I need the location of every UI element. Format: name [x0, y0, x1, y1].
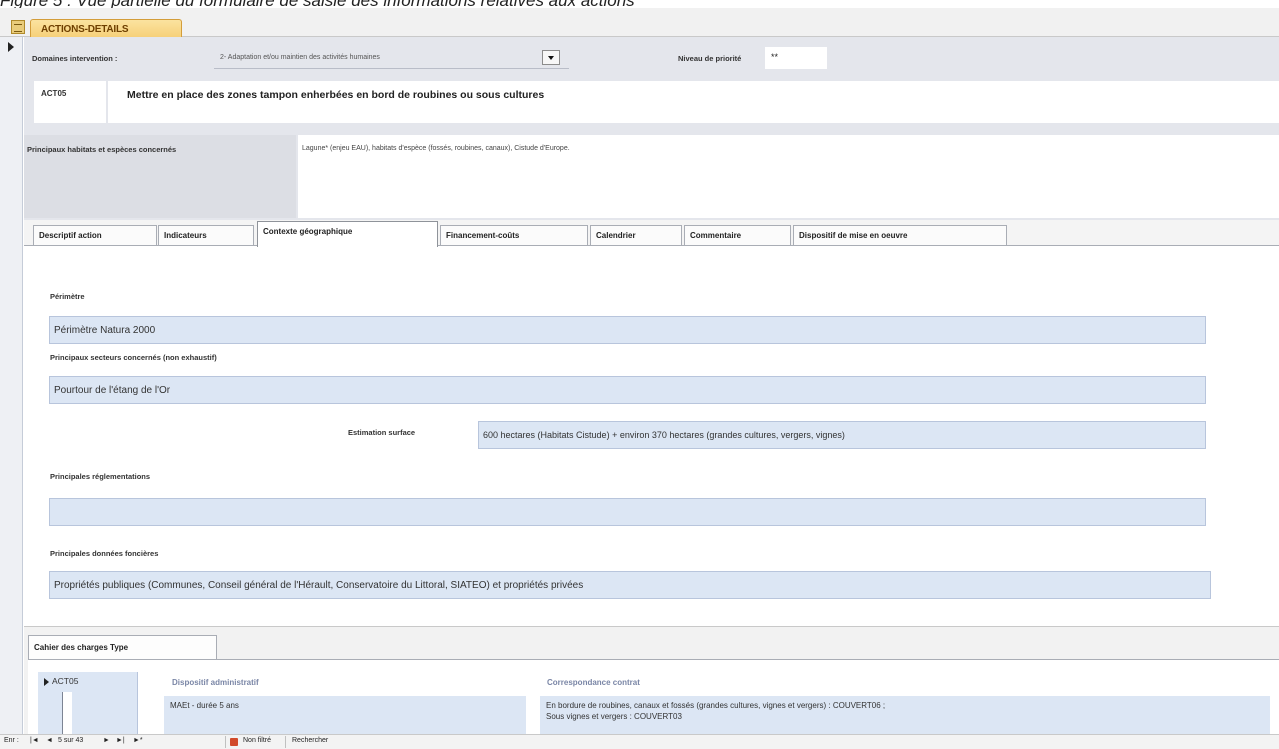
domain-label: Domaines intervention :	[32, 54, 118, 63]
tab-contexte-geographique[interactable]: Contexte géographique	[257, 221, 438, 247]
secteurs-label: Principaux secteurs concernés (non exhau…	[50, 353, 217, 362]
col-header-correspondance: Correspondance contrat	[547, 678, 640, 687]
surface-label: Estimation surface	[348, 428, 416, 437]
form-header: Domaines intervention : 2- Adaptation et…	[24, 37, 1279, 220]
next-record-button[interactable]: ►	[103, 737, 110, 744]
perimetre-value: Périmètre Natura 2000	[54, 325, 156, 336]
document-tab-label: ACTIONS-DETAILS	[41, 24, 129, 35]
first-record-button[interactable]: |◄	[30, 737, 39, 744]
subform-panel: ACT05 Dispositif administratif Correspon…	[28, 659, 1279, 736]
action-title-field[interactable]: Mettre en place des zones tampon enherbé…	[108, 81, 1279, 123]
cell-correspondance-line1: En bordure de roubines, canaux et fossés…	[546, 701, 886, 710]
new-record-button[interactable]: ►*	[133, 737, 143, 744]
cell-correspondance-line2: Sous vignes et vergers : COUVERT03	[546, 712, 682, 721]
tab-indicateurs[interactable]: Indicateurs	[158, 225, 254, 245]
previous-record-button[interactable]: ◄	[46, 737, 53, 744]
secteurs-field[interactable]: Pourtour de l'étang de l'Or	[49, 376, 1206, 404]
reglementations-label: Principales réglementations	[50, 472, 151, 481]
surface-value: 600 hectares (Habitats Cistude) + enviro…	[483, 430, 845, 440]
foncieres-label: Principales données foncières	[50, 549, 159, 558]
tab-financement-couts[interactable]: Financement-coûts	[440, 225, 588, 245]
record-position[interactable]: 5 sur 43	[58, 737, 83, 744]
filter-icon	[230, 738, 238, 746]
subform-record-selector[interactable]: ACT05	[38, 672, 138, 736]
action-id-field[interactable]: ACT05	[34, 81, 106, 123]
subform-tab-label: Cahier des charges Type	[34, 643, 129, 652]
perimetre-field[interactable]: Périmètre Natura 2000	[49, 316, 1206, 344]
priority-field[interactable]: **	[765, 47, 827, 69]
detail-tabs: Descriptif action Indicateurs Contexte g…	[24, 220, 1279, 247]
action-title-value: Mettre en place des zones tampon enherbé…	[127, 89, 545, 101]
domain-combobox[interactable]: 2- Adaptation et/ou maintien des activit…	[214, 47, 569, 69]
habitats-label-block: Principaux habitats et espèces concernés	[24, 135, 296, 218]
tab-calendrier[interactable]: Calendrier	[590, 225, 682, 245]
document-tab-strip: ACTIONS-DETAILS	[0, 8, 1279, 45]
subform-gutter	[62, 692, 72, 736]
reglementations-field[interactable]	[49, 498, 1206, 526]
domain-value: 2- Adaptation et/ou maintien des activit…	[220, 54, 380, 61]
cell-dispositif-value: MAEt - durée 5 ans	[170, 701, 239, 710]
nav-separator	[285, 736, 286, 748]
current-record-arrow-icon	[8, 42, 14, 52]
record-selector[interactable]	[0, 37, 23, 734]
habitats-field[interactable]: Lagune* (enjeu EAU), habitats d'espèce (…	[298, 135, 1279, 218]
record-label: Enr :	[4, 737, 19, 744]
record-navigation-bar: Enr : |◄ ◄ 5 sur 43 ► ►| ►* Non filtré R…	[0, 734, 1279, 749]
cell-correspondance[interactable]: En bordure de roubines, canaux et fossés…	[540, 696, 1270, 736]
tab-descriptif-action[interactable]: Descriptif action	[33, 225, 157, 245]
domain-dropdown-button[interactable]	[542, 50, 560, 65]
filter-status-button[interactable]: Non filtré	[243, 737, 271, 744]
habitats-label: Principaux habitats et espèces concernés	[27, 145, 177, 154]
secteurs-value: Pourtour de l'étang de l'Or	[54, 385, 171, 396]
subform-row-id: ACT05	[52, 676, 79, 686]
subform-area: Cahier des charges Type ACT05 Dispositif…	[24, 626, 1279, 736]
nav-separator	[225, 736, 226, 748]
figure-caption: Figure 5 : Vue partielle du formulaire d…	[0, 0, 1279, 8]
cell-dispositif[interactable]: MAEt - durée 5 ans	[164, 696, 526, 736]
foncieres-value: Propriétés publiques (Communes, Conseil …	[54, 580, 584, 591]
tab-panel-contexte-geographique: Périmètre Périmètre Natura 2000 Principa…	[24, 246, 1279, 626]
tab-dispositif-mise-en-oeuvre[interactable]: Dispositif de mise en oeuvre	[793, 225, 1007, 245]
action-id-value: ACT05	[41, 89, 67, 98]
current-subrecord-arrow-icon	[44, 678, 49, 686]
search-box[interactable]: Rechercher	[292, 737, 328, 744]
form-icon	[11, 20, 25, 34]
foncieres-field[interactable]: Propriétés publiques (Communes, Conseil …	[49, 571, 1211, 599]
last-record-button[interactable]: ►|	[116, 737, 125, 744]
tab-cahier-des-charges[interactable]: Cahier des charges Type	[28, 635, 217, 659]
col-header-dispositif: Dispositif administratif	[172, 678, 259, 687]
surface-field[interactable]: 600 hectares (Habitats Cistude) + enviro…	[478, 421, 1206, 449]
perimetre-label: Périmètre	[50, 292, 85, 301]
habitats-value: Lagune* (enjeu EAU), habitats d'espèce (…	[302, 145, 570, 152]
tab-commentaire[interactable]: Commentaire	[684, 225, 791, 245]
priority-label: Niveau de priorité	[678, 54, 742, 63]
